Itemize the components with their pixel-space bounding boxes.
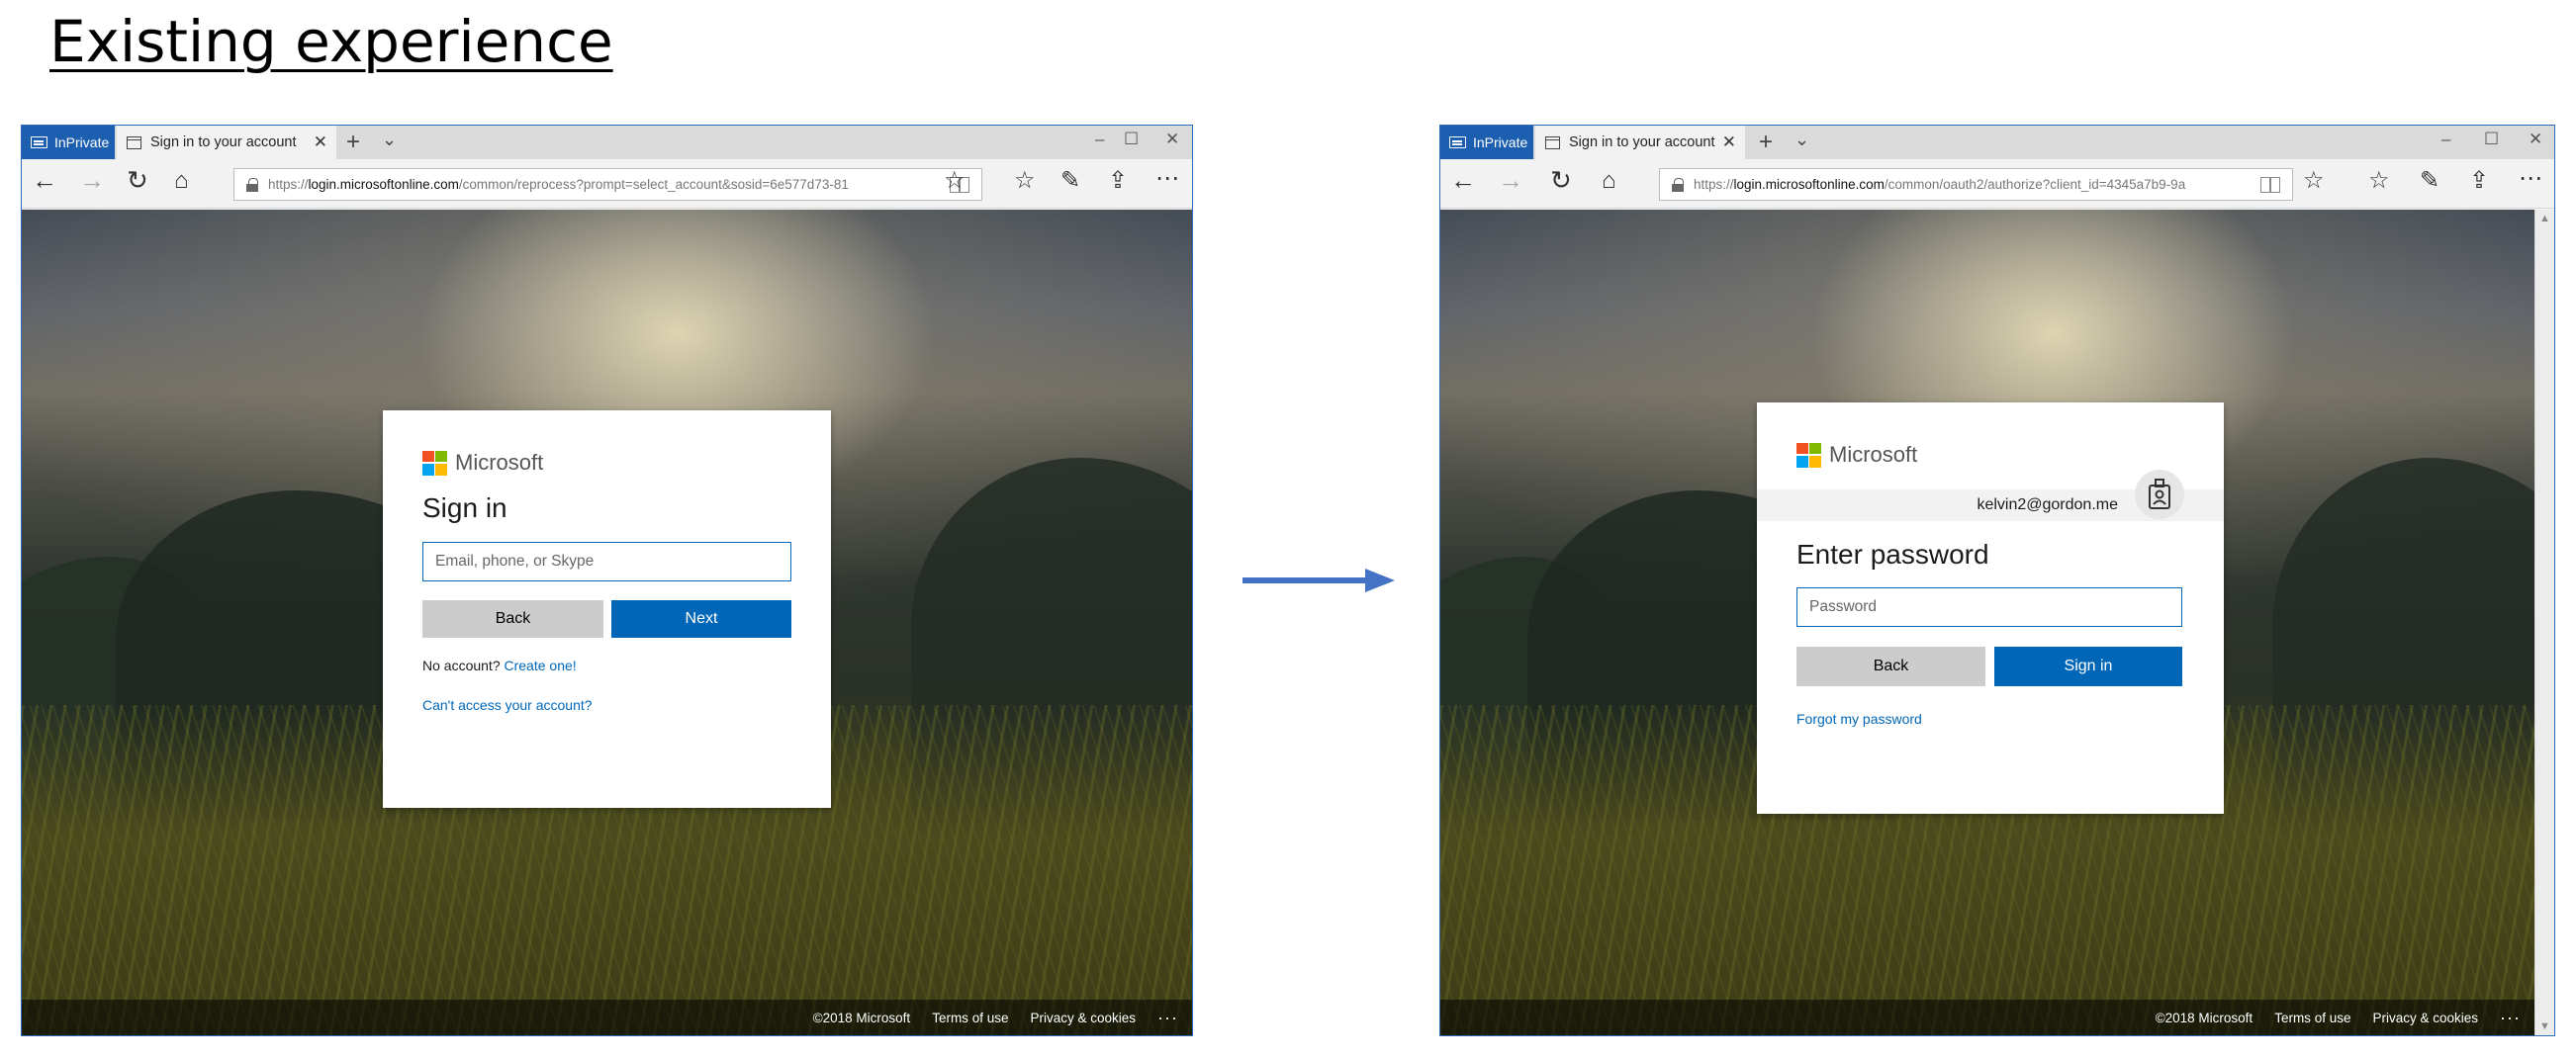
back-arrow-icon[interactable]: ← — [32, 167, 57, 193]
plus-icon[interactable]: + — [1759, 129, 1773, 156]
password-card: Microsoft kelvin2@gordon.me Enter passwo… — [1757, 402, 2224, 814]
maximize-icon[interactable]: ☐ — [1124, 130, 1139, 149]
plus-icon[interactable]: + — [346, 129, 360, 156]
microsoft-logo-icon — [422, 450, 447, 476]
microsoft-logo: Microsoft — [422, 450, 543, 476]
create-account-link[interactable]: Create one! — [505, 658, 577, 673]
email-input[interactable]: Email, phone, or Skype — [422, 542, 791, 581]
tab-bar: InPrivate Sign in to your account ✕ + ⌄ … — [22, 126, 1192, 159]
url-text: https://login.microsoftonline.com/common… — [1694, 177, 2186, 192]
back-button[interactable]: Back — [422, 600, 603, 638]
more-icon[interactable]: ⋯ — [1155, 167, 1179, 191]
address-bar[interactable]: https://login.microsoftonline.com/common… — [233, 168, 982, 201]
page-background: Microsoft Sign in Email, phone, or Skype… — [22, 210, 1192, 1035]
brand-name: Microsoft — [1829, 442, 1918, 467]
back-button[interactable]: Back — [1796, 647, 1985, 686]
pen-icon[interactable]: ✎ — [1060, 169, 1080, 193]
address-bar[interactable]: https://login.microsoftonline.com/common… — [1659, 168, 2293, 201]
chevron-down-icon[interactable]: ⌄ — [382, 130, 397, 150]
copyright-text: ©2018 Microsoft — [812, 1010, 911, 1025]
lock-icon — [1672, 178, 1684, 192]
favorites-icon[interactable]: ☆ — [2368, 169, 2390, 193]
microsoft-logo: Microsoft — [1796, 442, 1917, 468]
badge-icon — [2135, 470, 2184, 519]
share-icon[interactable]: ⇪ — [1108, 169, 1128, 193]
no-account-text: No account? — [422, 658, 501, 673]
home-icon[interactable]: ⌂ — [1602, 169, 1616, 193]
star-icon[interactable]: ☆ — [2303, 169, 2325, 193]
inprivate-badge: InPrivate — [1440, 126, 1533, 159]
terms-link[interactable]: Terms of use — [2274, 1011, 2350, 1025]
tab-sign-in[interactable]: Sign in to your account ✕ — [1535, 126, 1745, 159]
back-arrow-icon[interactable]: ← — [1450, 167, 1476, 193]
scroll-up-icon[interactable]: ▲ — [2539, 213, 2550, 224]
close-icon[interactable]: ✕ — [314, 133, 327, 152]
sign-in-button[interactable]: Sign in — [1994, 647, 2182, 686]
chevron-down-icon[interactable]: ⌄ — [1794, 130, 1809, 150]
inprivate-icon — [1449, 136, 1466, 148]
tab-sign-in[interactable]: Sign in to your account ✕ — [117, 126, 336, 159]
privacy-link[interactable]: Privacy & cookies — [1030, 1011, 1136, 1025]
refresh-icon[interactable]: ↻ — [1550, 167, 1572, 193]
inprivate-icon — [31, 136, 47, 148]
minimize-icon[interactable]: – — [1095, 130, 1104, 149]
forgot-password-link[interactable]: Forgot my password — [1796, 711, 1922, 727]
lock-icon — [246, 178, 258, 192]
browser-window-right: InPrivate Sign in to your account ✕ + ⌄ … — [1439, 125, 2555, 1036]
brand-name: Microsoft — [455, 450, 544, 475]
tab-title: Sign in to your account — [150, 134, 297, 150]
microsoft-logo-icon — [1796, 442, 1821, 468]
reading-view-icon[interactable] — [2260, 176, 2280, 193]
forward-arrow-icon[interactable]: → — [79, 167, 105, 193]
sign-in-card: Microsoft Sign in Email, phone, or Skype… — [383, 410, 831, 808]
next-button[interactable]: Next — [611, 600, 791, 638]
inprivate-label: InPrivate — [1473, 134, 1528, 150]
card-heading: Sign in — [422, 492, 507, 523]
pen-icon[interactable]: ✎ — [2420, 169, 2439, 193]
share-icon[interactable]: ⇪ — [2469, 169, 2489, 193]
card-heading: Enter password — [1796, 539, 1989, 570]
scroll-down-icon[interactable]: ▼ — [2539, 1020, 2550, 1032]
cant-access-link[interactable]: Can't access your account? — [422, 697, 593, 713]
url-text: https://login.microsoftonline.com/common… — [268, 177, 849, 192]
copyright-text: ©2018 Microsoft — [2155, 1010, 2254, 1025]
window-close-icon[interactable]: ✕ — [1165, 130, 1179, 149]
more-icon[interactable]: ⋯ — [2519, 167, 2542, 191]
forward-arrow-icon[interactable]: → — [1498, 167, 1523, 193]
arrow-icon — [1242, 569, 1395, 592]
page-footer: ©2018 Microsoft Terms of use Privacy & c… — [22, 1000, 1192, 1035]
browser-window-left: InPrivate Sign in to your account ✕ + ⌄ … — [21, 125, 1193, 1036]
toolbar: ← → ↻ ⌂ https://login.microsoftonline.co… — [1440, 159, 2554, 209]
privacy-link[interactable]: Privacy & cookies — [2372, 1011, 2478, 1025]
scrollbar[interactable]: ▲ ▼ — [2534, 210, 2554, 1035]
star-icon[interactable]: ☆ — [944, 169, 966, 193]
slide-title: Existing experience — [49, 8, 613, 75]
refresh-icon[interactable]: ↻ — [127, 167, 148, 193]
window-close-icon[interactable]: ✕ — [2529, 130, 2542, 149]
footer-more-icon[interactable]: ··· — [2500, 1008, 2521, 1028]
page-background: Microsoft kelvin2@gordon.me Enter passwo… — [1440, 210, 2534, 1035]
account-email: kelvin2@gordon.me — [1977, 496, 2118, 513]
favorites-icon[interactable]: ☆ — [1014, 169, 1036, 193]
close-icon[interactable]: ✕ — [1722, 133, 1736, 152]
terms-link[interactable]: Terms of use — [932, 1011, 1008, 1025]
toolbar: ← → ↻ ⌂ https://login.microsoftonline.co… — [22, 159, 1192, 209]
page-icon — [127, 135, 141, 149]
inprivate-label: InPrivate — [54, 134, 110, 150]
no-account-line: No account? Create one! — [422, 658, 577, 673]
footer-more-icon[interactable]: ··· — [1157, 1008, 1178, 1028]
page-icon — [1545, 135, 1560, 149]
tab-title: Sign in to your account — [1569, 134, 1715, 150]
tab-bar: InPrivate Sign in to your account ✕ + ⌄ … — [1440, 126, 2554, 159]
inprivate-badge: InPrivate — [22, 126, 115, 159]
home-icon[interactable]: ⌂ — [174, 169, 189, 193]
password-input[interactable]: Password — [1796, 587, 2182, 627]
minimize-icon[interactable]: – — [2441, 130, 2450, 149]
maximize-icon[interactable]: ☐ — [2484, 130, 2499, 149]
page-footer: ©2018 Microsoft Terms of use Privacy & c… — [1440, 1000, 2534, 1035]
